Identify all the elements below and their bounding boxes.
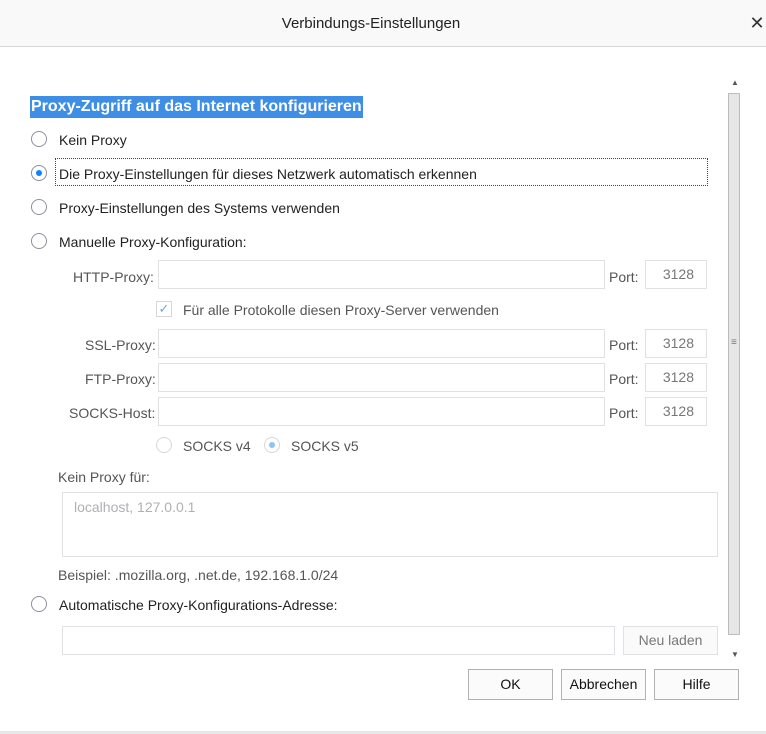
ssl-port-input[interactable]: 3128 [645,329,707,358]
socks-port-label: Port: [609,405,639,421]
radio-no-proxy-label[interactable]: Kein Proxy [59,131,127,149]
pac-url-input[interactable] [62,626,615,655]
ssl-proxy-label: SSL-Proxy: [85,337,156,353]
socks-host-label: SOCKS-Host: [69,405,156,421]
radio-socks-v5-label[interactable]: SOCKS v5 [291,437,359,455]
cancel-button[interactable]: Abbrechen [561,669,646,700]
ftp-port-label: Port: [609,371,639,387]
close-icon[interactable]: ✕ [748,12,766,34]
no-proxy-for-label: Kein Proxy für: [58,469,150,485]
no-proxy-for-textarea[interactable]: localhost, 127.0.0.1 [62,492,718,557]
http-proxy-input[interactable] [158,260,605,289]
radio-manual-proxy-label[interactable]: Manuelle Proxy-Konfiguration: [59,233,247,251]
scrollbar-grip-icon: ≡ [731,337,737,348]
radio-socks-v4[interactable] [156,437,172,453]
socks-port-input[interactable]: 3128 [645,397,707,426]
section-heading: Proxy-Zugriff auf das Internet konfiguri… [30,96,363,118]
ssl-proxy-input[interactable] [158,329,605,358]
help-button[interactable]: Hilfe [654,669,739,700]
reload-button[interactable]: Neu laden [623,626,718,655]
ftp-proxy-input[interactable] [158,363,605,392]
scroll-up-icon[interactable]: ▲ [731,78,739,87]
socks-host-input[interactable] [158,397,605,426]
http-proxy-label: HTTP-Proxy: [73,269,154,285]
scrollbar[interactable]: ▲ ≡ ▼ [727,76,743,664]
radio-pac-url[interactable] [31,596,47,612]
scrollbar-thumb[interactable]: ≡ [728,93,740,635]
radio-system-proxy[interactable] [31,199,47,215]
share-proxy-label[interactable]: Für alle Protokolle diesen Proxy-Server … [183,301,499,319]
radio-auto-detect[interactable] [31,165,47,181]
ok-button[interactable]: OK [468,669,553,700]
radio-socks-v5[interactable] [264,437,280,453]
no-proxy-example: Beispiel: .mozilla.org, .net.de, 192.168… [58,567,339,583]
http-port-label: Port: [609,269,639,285]
checkmark-icon: ✓ [158,301,170,316]
ftp-port-input[interactable]: 3128 [645,363,707,392]
scroll-down-icon[interactable]: ▼ [731,650,739,659]
ftp-proxy-label: FTP-Proxy: [85,371,156,387]
radio-pac-url-label[interactable]: Automatische Proxy-Konfigurations-Adress… [59,596,338,614]
title-bar: Verbindungs-Einstellungen ✕ [0,0,766,47]
share-proxy-checkbox[interactable]: ✓ [156,301,172,317]
http-port-input[interactable]: 3128 [645,260,707,289]
radio-no-proxy[interactable] [31,131,47,147]
radio-auto-detect-label[interactable]: Die Proxy-Einstellungen für dieses Netzw… [59,165,477,183]
radio-manual-proxy[interactable] [31,233,47,249]
radio-system-proxy-label[interactable]: Proxy-Einstellungen des Systems verwende… [59,199,340,217]
ssl-port-label: Port: [609,337,639,353]
dialog-title: Verbindungs-Einstellungen [281,15,461,32]
radio-socks-v4-label[interactable]: SOCKS v4 [183,437,251,455]
